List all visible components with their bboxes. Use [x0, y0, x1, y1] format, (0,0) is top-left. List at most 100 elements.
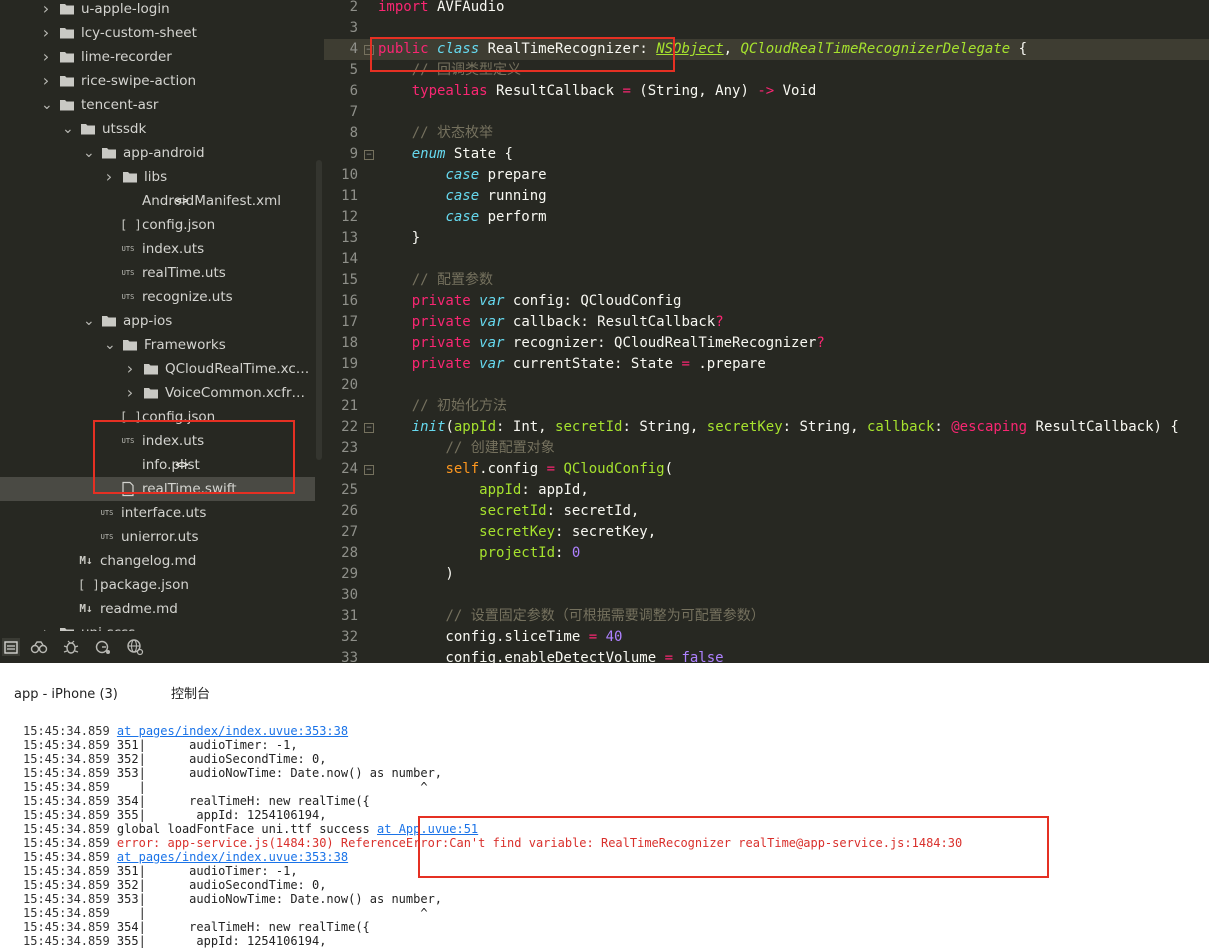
tree-item[interactable]: [ ] config.json	[0, 213, 315, 237]
code-editor[interactable]: 2 import AVFAudio 3 4− public class RealTime…	[324, 0, 1209, 663]
tree-item[interactable]: [ ] package.json	[0, 573, 315, 597]
code-line[interactable]: 2 import AVFAudio	[324, 0, 1209, 18]
tree-item-label: u-apple-login	[81, 1, 170, 17]
tree-item[interactable]: <> info.plist	[0, 453, 315, 477]
console-link[interactable]: at App.uvue:51	[377, 822, 478, 836]
tree-item[interactable]: UTS index.uts	[0, 429, 315, 453]
code-line[interactable]: 22− init(appId: Int, secretId: String, s…	[324, 417, 1209, 438]
tree-item[interactable]: › lime-recorder	[0, 45, 315, 69]
code-file-icon: <>	[175, 458, 189, 471]
code-line[interactable]: 3	[324, 18, 1209, 39]
line-number: 22	[341, 419, 358, 435]
tree-item[interactable]: M↓ readme.md	[0, 597, 315, 621]
chevron-right-icon[interactable]: ›	[41, 73, 51, 89]
tree-item[interactable]: UTS recognize.uts	[0, 285, 315, 309]
tree-item[interactable]: › u-apple-login	[0, 0, 315, 21]
git-icon[interactable]	[94, 638, 112, 656]
chevron-right-icon[interactable]: ›	[125, 385, 135, 401]
code-line[interactable]: 23 // 创建配置对象	[324, 438, 1209, 459]
tree-item[interactable]: [ ] config.json	[0, 405, 315, 429]
tree-item[interactable]: › lcy-custom-sheet	[0, 21, 315, 45]
code-line[interactable]: 9− enum State {	[324, 144, 1209, 165]
tree-item-label: index.uts	[142, 241, 205, 257]
tree-item[interactable]: ›uni-scss	[0, 621, 315, 631]
fold-toggle-icon[interactable]: −	[364, 150, 374, 160]
tree-item[interactable]: UTS unierror.uts	[0, 525, 315, 549]
chevron-down-icon[interactable]: ⌄	[62, 122, 74, 136]
tree-item[interactable]: UTS index.uts	[0, 237, 315, 261]
fold-toggle-icon[interactable]: −	[364, 45, 374, 55]
explorer-icon[interactable]	[2, 638, 20, 656]
tree-item[interactable]: ⌄ tencent-asr	[0, 93, 315, 117]
tree-item[interactable]: M↓ changelog.md	[0, 549, 315, 573]
chevron-right-icon[interactable]: ›	[125, 361, 135, 377]
fold-toggle-icon[interactable]: −	[364, 423, 374, 433]
code-line[interactable]: 31 // 设置固定参数（可根据需要调整为可配置参数）	[324, 606, 1209, 627]
code-line[interactable]: 27 secretKey: secretKey,	[324, 522, 1209, 543]
tree-item[interactable]: ⌄ utssdk	[0, 117, 315, 141]
code-line[interactable]: 13 }	[324, 228, 1209, 249]
code-token: RealTimeRecognizer:	[479, 41, 657, 57]
tab-app-iphone[interactable]: app - iPhone (3)	[14, 687, 118, 703]
tab-console[interactable]: 控制台	[171, 687, 210, 703]
tree-item[interactable]: ⌄ app-ios	[0, 309, 315, 333]
console-text: global loadFontFace uni.ttf success	[116, 822, 378, 836]
code-line[interactable]: 16 private var config: QCloudConfig	[324, 291, 1209, 312]
code-line[interactable]: 14	[324, 249, 1209, 270]
code-line[interactable]: 28 projectId: 0	[324, 543, 1209, 564]
code-line[interactable]: 20	[324, 375, 1209, 396]
globe-icon[interactable]	[126, 638, 144, 656]
binoculars-icon[interactable]	[30, 638, 48, 656]
chevron-right-icon[interactable]: ›	[41, 49, 51, 65]
code-line[interactable]: 15 // 配置参数	[324, 270, 1209, 291]
code-line[interactable]: 17 private var callback: ResultCallback?	[324, 312, 1209, 333]
code-line[interactable]: 32 config.sliceTime = 40	[324, 627, 1209, 648]
console-link[interactable]: at pages/index/index.uvue:353:38	[117, 850, 348, 864]
code-line[interactable]: 21 // 初始化方法	[324, 396, 1209, 417]
tree-item[interactable]: › rice-swipe-action	[0, 69, 315, 93]
debug-bug-icon[interactable]	[62, 638, 80, 656]
code-token: ,	[723, 41, 741, 57]
tree-item[interactable]: UTS interface.uts	[0, 501, 315, 525]
code-line[interactable]: 33 config.enableDetectVolume = false	[324, 648, 1209, 663]
code-line[interactable]: 30	[324, 585, 1209, 606]
explorer-scrollbar[interactable]	[315, 0, 324, 663]
chevron-down-icon[interactable]: ⌄	[41, 98, 53, 112]
code-line[interactable]: 18 private var recognizer: QCloudRealTim…	[324, 333, 1209, 354]
chevron-right-icon[interactable]: ›	[41, 1, 51, 17]
fold-toggle-icon[interactable]: −	[364, 465, 374, 475]
code-line[interactable]: 6 typealias ResultCallback = (String, An…	[324, 81, 1209, 102]
tree-item[interactable]: ⌄ app-android	[0, 141, 315, 165]
code-line[interactable]: 5 // 回调类型定义	[324, 60, 1209, 81]
code-line[interactable]: 4− public class RealTimeRecognizer: NSObj…	[324, 39, 1209, 60]
console-timestamp: 15:45:34.859	[23, 878, 117, 892]
code-line[interactable]: 10 case prepare	[324, 165, 1209, 186]
chevron-down-icon[interactable]: ⌄	[104, 338, 116, 352]
tree-item[interactable]: <> AndroidManifest.xml	[0, 189, 315, 213]
tree-item[interactable]: › VoiceCommon.xcfra...	[0, 381, 315, 405]
tree-item[interactable]: realTime.swift	[0, 477, 315, 501]
code-line[interactable]: 8 // 状态枚举	[324, 123, 1209, 144]
chevron-down-icon[interactable]: ⌄	[83, 146, 95, 160]
code-line[interactable]: 12 case perform	[324, 207, 1209, 228]
chevron-right-icon[interactable]: ›	[104, 169, 114, 185]
tree-item[interactable]: UTS realTime.uts	[0, 261, 315, 285]
tree-item[interactable]: › libs	[0, 165, 315, 189]
code-line[interactable]: 7	[324, 102, 1209, 123]
tree-item-label: uni-scss	[81, 624, 135, 631]
code-line[interactable]: 24− self.config = QCloudConfig(	[324, 459, 1209, 480]
code-line[interactable]: 26 secretId: secretId,	[324, 501, 1209, 522]
code-line[interactable]: 29 )	[324, 564, 1209, 585]
tree-item[interactable]: ⌄ Frameworks	[0, 333, 315, 357]
code-line[interactable]: 25 appId: appId,	[324, 480, 1209, 501]
scrollbar-thumb[interactable]	[316, 160, 322, 460]
console-link[interactable]: at pages/index/index.uvue:353:38	[117, 724, 348, 738]
chevron-right-icon[interactable]: ›	[41, 25, 51, 41]
code-line[interactable]: 11 case running	[324, 186, 1209, 207]
tree-item[interactable]: › QCloudRealTime.xcf...	[0, 357, 315, 381]
folder-icon	[143, 385, 159, 401]
chevron-down-icon[interactable]: ⌄	[83, 314, 95, 328]
code-line[interactable]: 19 private var currentState: State = .pr…	[324, 354, 1209, 375]
